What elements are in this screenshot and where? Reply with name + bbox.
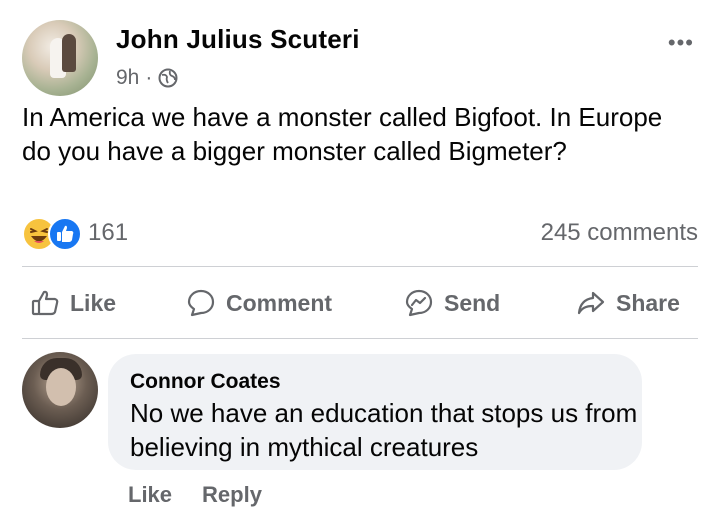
comment: Connor Coates No we have an education th… (22, 352, 698, 482)
post-header: John Julius Scuteri 9h · ••• (20, 18, 700, 98)
send-label: Send (444, 289, 501, 316)
comment-text: No we have an education that stops us fr… (130, 398, 638, 462)
share-button[interactable]: Share (576, 284, 680, 322)
reaction-icons[interactable] (22, 217, 86, 251)
post-actions: Like Comment Send Share (22, 280, 698, 326)
author-avatar[interactable] (22, 20, 98, 96)
post-meta: 9h · (116, 66, 178, 90)
send-button[interactable]: Send (404, 284, 500, 322)
comment-count[interactable]: 245 comments (541, 219, 698, 247)
send-icon (405, 289, 433, 317)
commenter-avatar[interactable] (22, 352, 98, 428)
comment-reply-button[interactable]: Reply (202, 482, 262, 512)
comment-label: Comment (226, 289, 333, 316)
post-text: In America we have a monster called Bigf… (22, 102, 663, 166)
divider (22, 266, 698, 267)
comment-button[interactable]: Comment (186, 284, 332, 322)
like-button[interactable]: Like (30, 284, 116, 322)
share-icon (577, 291, 605, 315)
like-reaction-icon (48, 217, 82, 251)
post-time[interactable]: 9h (116, 66, 139, 90)
like-icon (31, 290, 59, 316)
comment-actions: Like Reply (128, 482, 262, 512)
reactions-row: 161 245 comments (22, 213, 698, 253)
comment-icon (187, 289, 215, 317)
author-name[interactable]: John Julius Scuteri (116, 24, 360, 55)
meta-separator: · (145, 66, 153, 89)
globe-icon (158, 68, 178, 88)
divider (22, 338, 698, 339)
commenter-name[interactable]: Connor Coates (130, 370, 281, 394)
comment-like-button[interactable]: Like (128, 482, 172, 512)
like-label: Like (70, 289, 117, 316)
share-label: Share (616, 289, 680, 316)
more-icon[interactable]: ••• (668, 30, 694, 56)
reaction-count[interactable]: 161 (88, 219, 128, 247)
